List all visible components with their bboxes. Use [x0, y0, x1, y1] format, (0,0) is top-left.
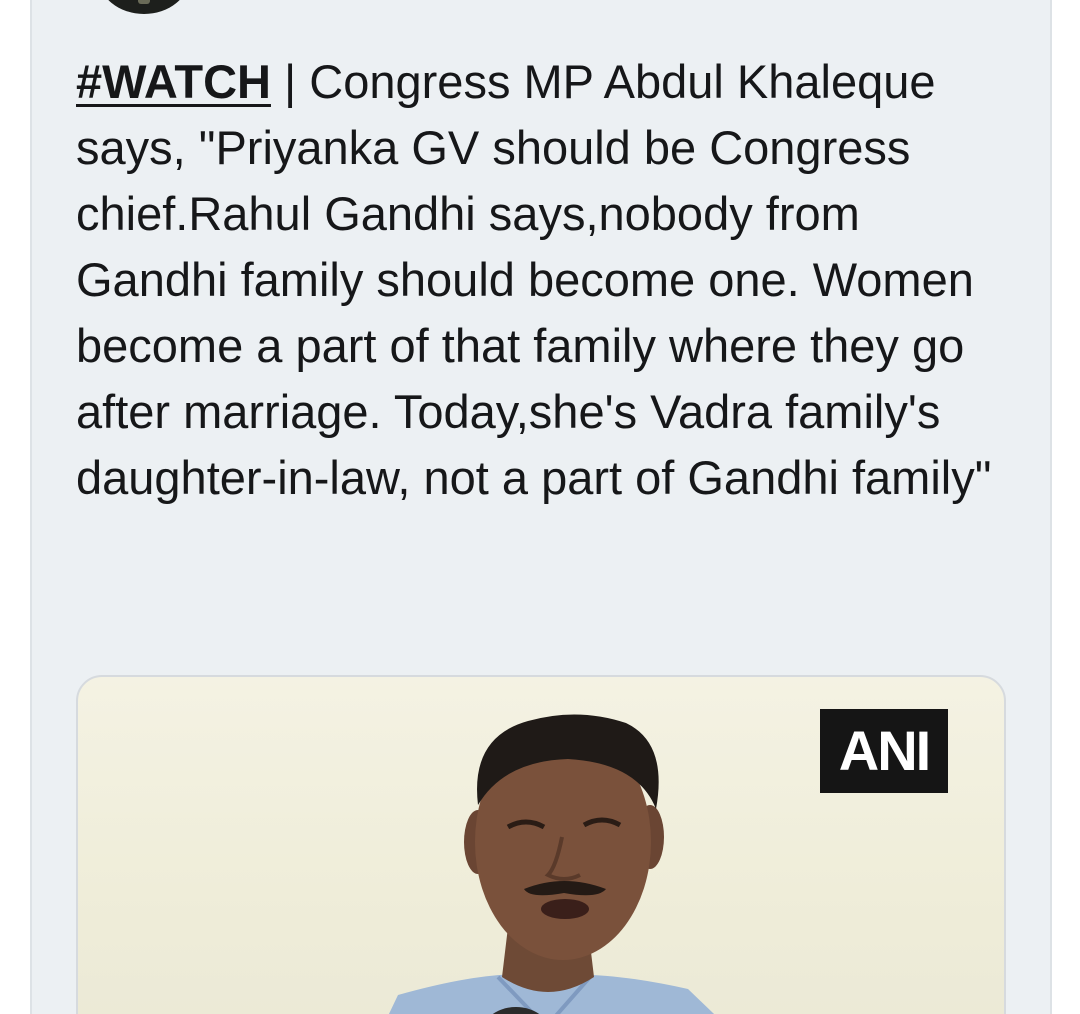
- screen: #WATCH | Congress MP Abdul Khaleque says…: [0, 0, 1080, 1014]
- hashtag-link[interactable]: #WATCH: [76, 55, 271, 108]
- hashtag-separator: |: [270, 55, 310, 108]
- tweet-text: #WATCH | Congress MP Abdul Khaleque says…: [76, 49, 1016, 511]
- avatar-detail: [138, 0, 150, 4]
- tweet-text-line-1: Congress MP Abdul: [309, 55, 724, 108]
- tweet-media-video[interactable]: ANI: [76, 675, 1006, 1014]
- ani-watermark: ANI: [820, 709, 948, 793]
- tweet-text-body: Khaleque says, "Priyanka GV should be Co…: [76, 55, 992, 504]
